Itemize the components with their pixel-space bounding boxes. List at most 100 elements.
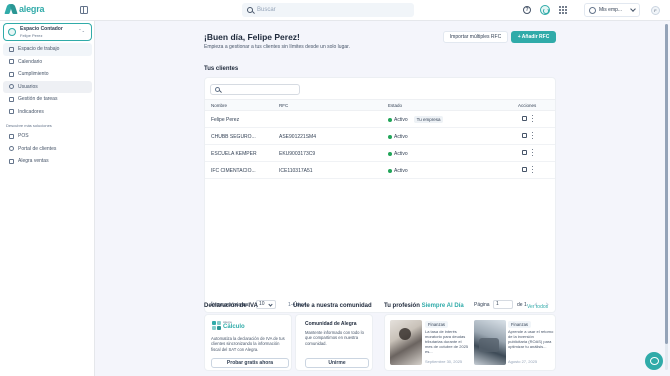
iva-section-title: Declaración de IVA: [204, 303, 258, 309]
profession-section-title: Tu profesión Siempre Al Día: [384, 303, 464, 309]
article-category-tag: Finanzas: [425, 321, 448, 328]
see-all-link[interactable]: Ver todos: [527, 304, 548, 310]
edit-icon[interactable]: [522, 167, 527, 172]
sidebar: Espacio Contador Felipe Perez ⌃⌄ Espacio…: [0, 21, 95, 376]
sidebar-item-label: Indicadores: [18, 108, 44, 115]
edit-icon[interactable]: [522, 150, 527, 155]
page-scrollbar[interactable]: [665, 24, 668, 370]
search-icon: [215, 87, 220, 92]
clients-search-input[interactable]: [210, 84, 300, 95]
client-name: ESCUELA KEMPER: [211, 151, 257, 157]
client-name: CHUBB SEGURO...: [211, 134, 256, 140]
article-summary[interactable]: Aprende a usar el retorno de la inversió…: [508, 329, 554, 349]
sidebar-item-alegra-ventas[interactable]: Alegra ventas: [3, 155, 92, 168]
chat-support-button[interactable]: [645, 352, 663, 370]
more-options-icon[interactable]: [532, 149, 534, 156]
sidebar-item-calendario[interactable]: Calendario: [3, 56, 92, 69]
status-text: Activo: [394, 168, 408, 174]
tasks-icon: [9, 96, 14, 102]
sidebar-item-label: Cumplimiento: [18, 71, 49, 78]
table-row[interactable]: Felipe Perez Activo Tu empresa: [205, 111, 555, 128]
sales-icon: [9, 158, 14, 164]
calculo-logo-big: Cálculo: [223, 324, 245, 330]
table-row[interactable]: ESCUELA KEMPER EKU9003173C9 Activo: [205, 145, 555, 162]
global-search-input[interactable]: Buscar: [242, 3, 414, 17]
status-text: Activo: [394, 151, 408, 157]
iva-card: Alegra Cálculo Automatiza la declaración …: [204, 314, 292, 371]
article-summary[interactable]: La tasa de interés moratorio para deudas…: [425, 329, 469, 354]
table-row[interactable]: CHUBB SEGURO... ASE901221SM4 Activo: [205, 128, 555, 145]
clients-table-card: Nombre RFC Estado Acciones Felipe Perez …: [204, 77, 556, 313]
edit-icon[interactable]: [522, 116, 527, 121]
logo-text: alegra: [19, 4, 45, 14]
account-icon: [8, 28, 16, 36]
alegra-calculo-logo: Alegra Cálculo: [212, 321, 245, 330]
sidebar-item-gestion-de-tareas[interactable]: Gestión de tareas: [3, 93, 92, 106]
edit-icon[interactable]: [522, 133, 527, 138]
status-dot-icon: [388, 135, 392, 139]
chart-icon: [9, 109, 14, 115]
main-content: ¡Buen día, Felipe Perez! Empieza a gesti…: [95, 21, 670, 376]
profession-title-text: Tu profesión: [384, 303, 420, 309]
calculo-logo-icon: [212, 321, 221, 330]
profession-title-accent: Siempre Al Día: [421, 303, 464, 309]
user-avatar[interactable]: F: [651, 6, 660, 15]
sidebar-item-label: Espacio de trabajo: [18, 46, 60, 53]
try-free-button[interactable]: Probar gratis ahora: [211, 358, 289, 368]
page-subtitle: Empieza a gestionar a tus clientes sin l…: [204, 44, 350, 50]
sidebar-item-label: Usuarios: [18, 83, 38, 90]
sidebar-item-pos[interactable]: POS: [3, 130, 92, 143]
items-per-page-select[interactable]: 10: [256, 300, 276, 309]
sync-icon[interactable]: [540, 5, 550, 15]
sidebar-item-cumplimiento[interactable]: Cumplimiento: [3, 68, 92, 81]
sidebar-item-usuarios[interactable]: Usuarios: [3, 80, 92, 93]
table-row[interactable]: IFC CIMENTACIO... ICE110317A51 Activo: [205, 162, 555, 179]
more-options-icon[interactable]: [532, 166, 534, 173]
status-badge: Activo Tu empresa: [388, 116, 444, 123]
article-image[interactable]: [390, 320, 422, 365]
community-section-title: Únete a nuestra comunidad: [293, 303, 372, 309]
article-date: Agosto 27, 2025: [508, 359, 538, 364]
page-input[interactable]: 1: [493, 300, 513, 309]
community-card: Comunidad de Alegra Mantente informado c…: [295, 314, 373, 371]
client-name: Felipe Perez: [211, 117, 240, 123]
briefcase-icon: [9, 46, 14, 52]
sidebar-toggle-icon[interactable]: [80, 6, 88, 14]
more-options-icon[interactable]: [532, 132, 534, 139]
page-title: ¡Buen día, Felipe Perez!: [204, 32, 300, 42]
help-icon[interactable]: ?: [523, 6, 531, 14]
account-user: Felipe Perez: [20, 33, 43, 38]
import-rfc-button[interactable]: Importar múltiples RFC: [443, 31, 508, 43]
status-badge: Activo: [388, 151, 408, 157]
chevron-down-icon: [630, 6, 636, 12]
checklist-icon: [9, 71, 14, 77]
client-rfc: ASE901221SM4: [279, 134, 316, 140]
sidebar-item-portal-de-clientes[interactable]: Portal de clientes: [3, 143, 92, 156]
status-dot-icon: [388, 169, 392, 173]
sidebar-item-espacio-de-trabajo[interactable]: Espacio de trabajo: [3, 43, 92, 56]
community-heading: Comunidad de Alegra: [305, 321, 357, 327]
status-dot-icon: [388, 118, 392, 122]
status-dot-icon: [388, 152, 392, 156]
status-text: Activo: [394, 134, 408, 140]
top-bar: alegra Buscar ? Mis emp... F: [0, 0, 670, 21]
sidebar-item-label: Alegra ventas: [18, 158, 49, 165]
join-button[interactable]: Unirme: [305, 358, 369, 368]
column-header-estado: Estado: [388, 103, 403, 108]
apps-grid-icon[interactable]: [559, 6, 567, 14]
account-switcher[interactable]: Espacio Contador Felipe Perez ⌃⌄: [3, 23, 92, 41]
community-description: Mantente informado con todo lo que compa…: [305, 330, 364, 346]
sidebar-nav: Espacio de trabajo Calendario Cumplimien…: [0, 43, 95, 168]
pos-icon: [9, 133, 14, 139]
sidebar-item-label: POS: [18, 133, 29, 140]
more-options-icon[interactable]: [532, 115, 534, 122]
page-total: de 1: [517, 302, 527, 308]
sidebar-item-indicadores[interactable]: Indicadores: [3, 106, 92, 119]
article-image[interactable]: [474, 320, 506, 365]
article-date: Septiembre 30, 2025: [425, 359, 463, 364]
add-rfc-button[interactable]: + Añadir RFC: [511, 31, 556, 43]
company-selector[interactable]: Mis emp...: [584, 3, 640, 17]
alegra-logo[interactable]: alegra: [4, 4, 45, 14]
search-icon: [247, 7, 253, 13]
alegra-logo-icon: [4, 4, 18, 14]
